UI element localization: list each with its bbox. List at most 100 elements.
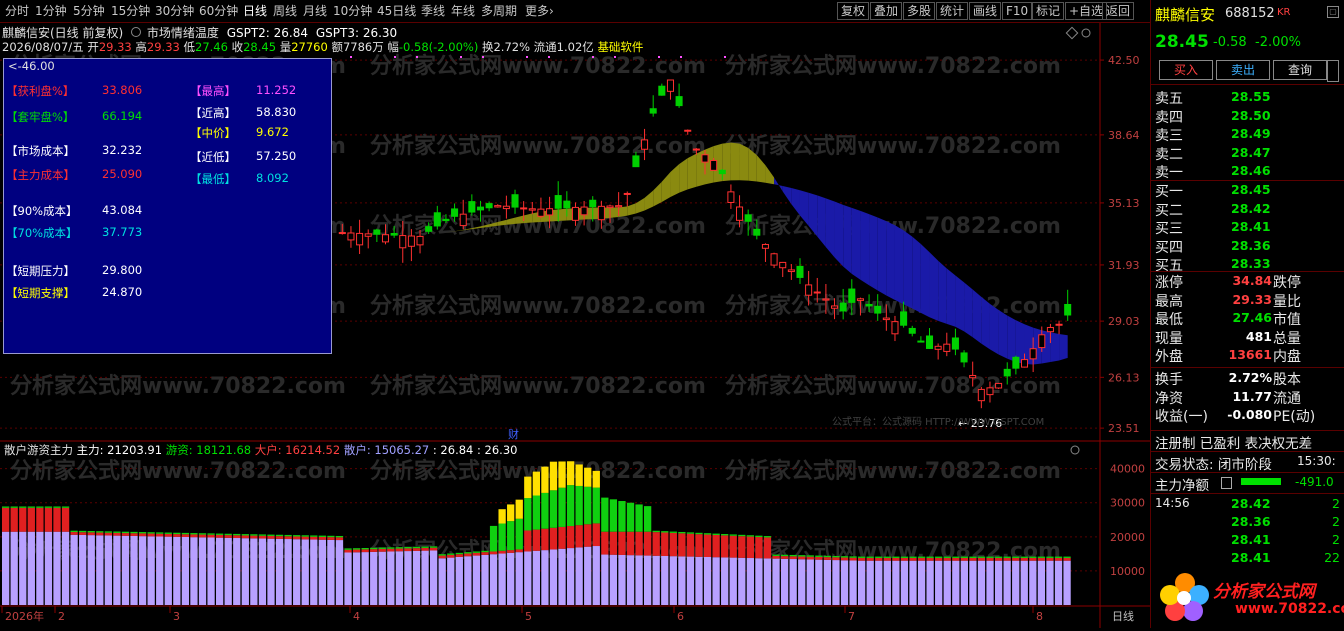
sell-button[interactable]: 卖出	[1216, 60, 1270, 80]
toolbar-button[interactable]: 返回	[1102, 2, 1134, 20]
candle-body	[857, 299, 863, 301]
panel-toggle-icon[interactable]: ▢	[1327, 6, 1339, 18]
volume-bar-dahu	[336, 537, 343, 540]
period-tab[interactable]: 日线	[240, 3, 270, 19]
bid-price[interactable]: 28.36	[1231, 238, 1271, 253]
close-label: 收	[232, 40, 244, 54]
volume-bar-dahu	[310, 537, 317, 540]
period-tab[interactable]: 周线	[270, 3, 300, 19]
period-tab[interactable]: 年线	[448, 3, 478, 19]
close-value: 28.45	[243, 40, 276, 54]
period-tab[interactable]: 1分钟	[32, 3, 70, 19]
period-tab[interactable]: 5分钟	[70, 3, 108, 19]
volume-bar-sanhu	[926, 561, 933, 605]
volume-bar-sanhu	[516, 552, 523, 605]
volume-bar-sanhu	[336, 540, 343, 605]
volume-bar-dahu	[53, 508, 60, 532]
quote-badge: KR	[1277, 7, 1291, 18]
volume-bar-youzi	[336, 536, 343, 537]
tick-volume: 2	[1332, 514, 1340, 529]
volume-bar-youzi	[961, 557, 968, 558]
buy-button[interactable]: 买入	[1159, 60, 1213, 80]
volume-bar-youzi	[156, 532, 163, 533]
date-axis-label: 3	[173, 610, 180, 623]
volume-bar-sanhu	[935, 561, 942, 605]
period-tab[interactable]: 30分钟	[152, 3, 197, 19]
volume-bar-sanhu	[781, 559, 788, 605]
query-button[interactable]: 查询	[1273, 60, 1327, 80]
watermark: 分析家公式网www.70822.com	[10, 373, 346, 399]
candle-body	[702, 155, 708, 162]
ask-label: 卖三	[1155, 125, 1183, 145]
toolbar-button[interactable]: 复权	[837, 2, 869, 20]
toolbar-button[interactable]: F10	[1002, 2, 1032, 20]
ma-band-segment	[981, 297, 990, 350]
volume-bar-dahu	[302, 537, 309, 540]
stat-label: 总量	[1273, 328, 1301, 348]
bid-price[interactable]: 28.42	[1231, 201, 1271, 216]
volume-bar-youzi	[1021, 557, 1028, 558]
sector[interactable]: 基础软件	[597, 40, 643, 54]
volume-bar-sanhu	[284, 539, 291, 605]
signal-dot	[680, 56, 682, 58]
volume-bar-youzi	[130, 532, 137, 533]
watermark: 分析家公式网www.70822.com	[725, 133, 1061, 159]
stat-value: 481	[1246, 329, 1272, 344]
period-tab[interactable]: 45日线	[374, 3, 419, 19]
volume-bar-dahu	[344, 550, 351, 553]
sub-indicator-value: 主力: 21203.91	[73, 443, 162, 457]
chip-label: 【近高】	[190, 105, 236, 121]
expand-icon[interactable]	[1327, 60, 1339, 82]
period-tab[interactable]: 季线	[418, 3, 448, 19]
volume-bar-dahu	[250, 536, 257, 539]
indicator-name[interactable]: 市场情绪温度	[147, 26, 219, 40]
candle-body	[477, 207, 483, 210]
ask-price[interactable]: 28.46	[1231, 163, 1271, 178]
signal-dot	[350, 56, 352, 58]
ma-band-segment	[930, 252, 939, 321]
toolbar-button[interactable]: +自选	[1065, 2, 1107, 20]
volume-bar-youzi	[541, 493, 548, 529]
period-tab[interactable]: 月线	[300, 3, 330, 19]
price-axis-label: 23.51	[1108, 422, 1140, 435]
signal-dot	[526, 56, 528, 58]
bid-price[interactable]: 28.33	[1231, 256, 1271, 271]
ask-price[interactable]: 28.49	[1231, 126, 1271, 141]
toolbar-button[interactable]: 画线	[969, 2, 1001, 20]
volume-bar-dahu	[259, 536, 266, 539]
volume-bar-sanhu	[764, 558, 771, 605]
volume-bar-sanhu	[567, 548, 574, 605]
toolbar-button[interactable]: 叠加	[870, 2, 902, 20]
period-tab[interactable]: 60分钟	[196, 3, 241, 19]
toolbar-button[interactable]: 统计	[936, 2, 968, 20]
volume-bar-sanhu	[310, 540, 317, 605]
period-tab[interactable]: 10分钟	[330, 3, 375, 19]
volume-bar-dahu	[447, 555, 454, 558]
candle-body	[1021, 360, 1027, 368]
volume-bar-dahu	[995, 558, 1002, 561]
volume-bar-youzi	[165, 533, 172, 534]
volume-bar-dahu	[19, 508, 26, 532]
chip-label: 【短期支撑】	[6, 285, 75, 301]
ask-price[interactable]: 28.47	[1231, 145, 1271, 160]
volume-bar-sanhu	[173, 537, 180, 605]
tick-price: 28.41	[1231, 550, 1271, 565]
net-flow-label: 主力净额	[1155, 474, 1209, 494]
ask-price[interactable]: 28.50	[1231, 108, 1271, 123]
period-tab[interactable]: 多周期	[478, 3, 520, 19]
ask-price[interactable]: 28.55	[1231, 89, 1271, 104]
ma-band-segment	[610, 207, 619, 217]
bid-price[interactable]: 28.41	[1231, 219, 1271, 234]
bid-price[interactable]: 28.45	[1231, 182, 1271, 197]
toolbar-button[interactable]: 标记	[1032, 2, 1064, 20]
volume-bar-dahu	[653, 532, 660, 556]
float-cap: 流通1.02亿	[534, 40, 594, 54]
stat-value: 27.46	[1232, 310, 1272, 325]
list-icon[interactable]	[1221, 477, 1232, 489]
period-tab[interactable]: 15分钟	[108, 3, 153, 19]
toolbar-button[interactable]: 多股	[903, 2, 935, 20]
volume-bar-dahu	[1029, 558, 1036, 561]
volume-bar-sanhu	[293, 539, 300, 605]
chevron-right-icon[interactable]: ›	[546, 3, 557, 19]
period-tab[interactable]: 分时	[2, 3, 32, 19]
